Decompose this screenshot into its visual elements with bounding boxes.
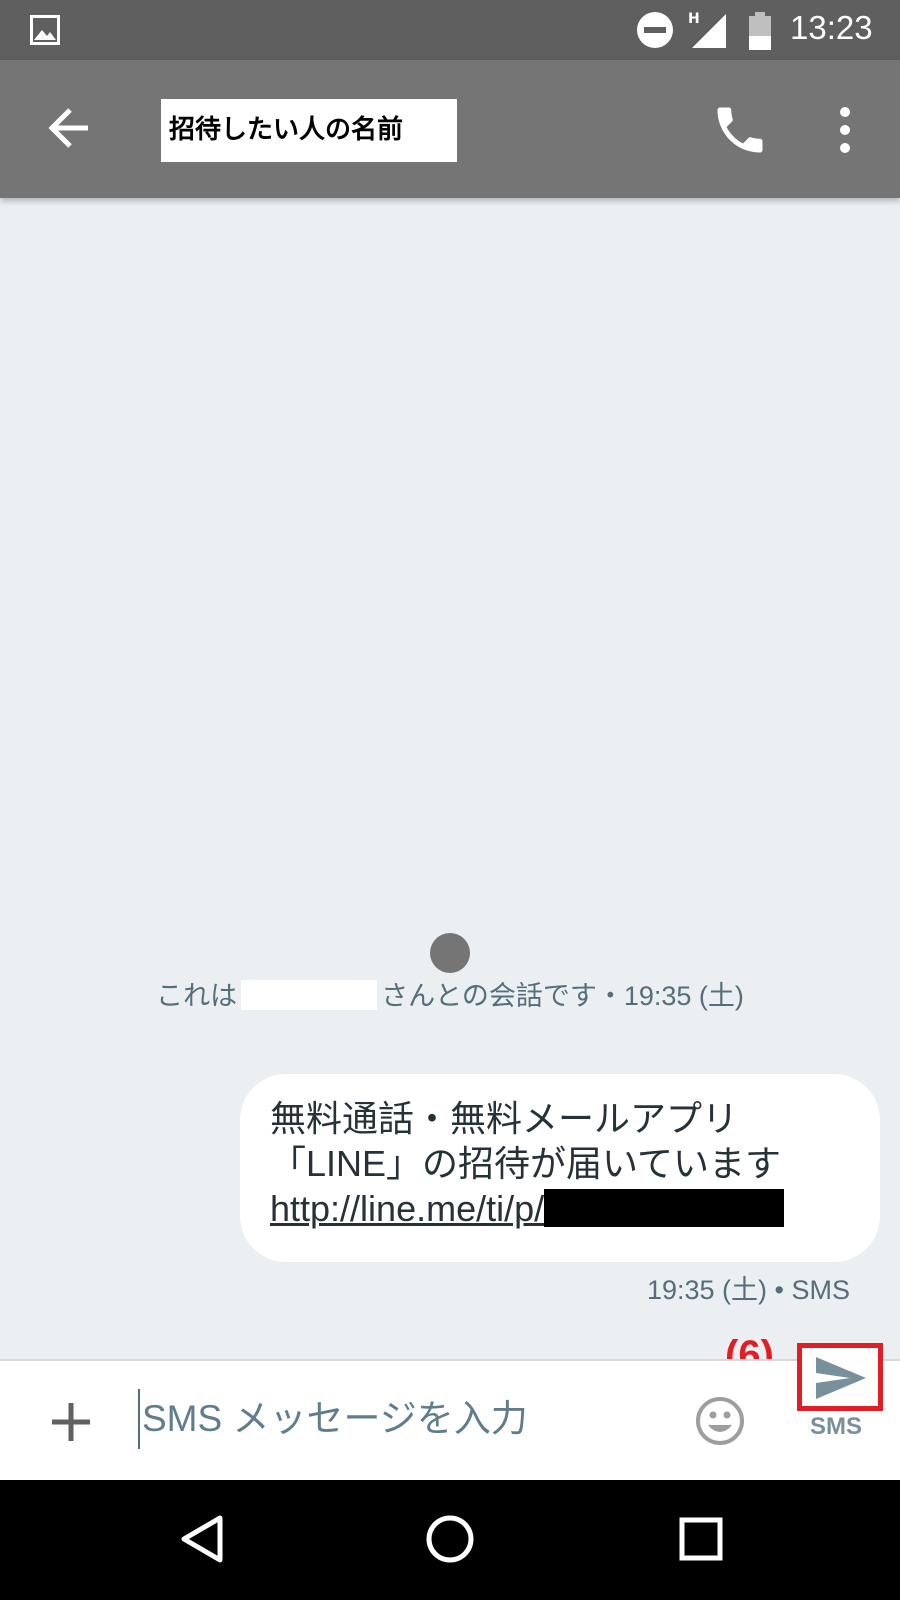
do-not-disturb-icon [636,11,674,53]
send-icon [816,1357,866,1399]
redacted-link-id [544,1189,785,1227]
contact-title[interactable]: 招待したい人の名前 [161,99,457,162]
compose-bar: SMS [0,1343,900,1480]
message-timestamp: 19:35 (土) • SMS [646,1275,850,1305]
redacted-contact-name [241,980,378,1010]
message-line-1: 無料通話・無料メールアプリ [270,1098,739,1139]
gallery-icon [30,15,60,49]
nav-back-button[interactable] [176,1512,230,1566]
nav-home-icon [426,1515,474,1563]
phone-icon [717,107,763,153]
call-button[interactable] [710,100,770,160]
emoji-icon [696,1397,744,1445]
more-options-button[interactable] [825,102,865,158]
nav-recents-icon [679,1517,723,1561]
plus-icon [52,1403,90,1441]
message-bubble[interactable]: 無料通話・無料メールアプリ 「LINE」の招待が届いています http://li… [240,1074,880,1262]
navigation-bar [0,1480,900,1600]
conversation-info-prefix: これは [156,981,238,1011]
invite-link[interactable]: http://line.me/ti/p/ [270,1188,544,1229]
attach-button[interactable] [48,1399,94,1445]
signal-icon: H [686,10,730,50]
status-bar: H 13:23 [0,0,900,60]
send-caption: SMS [810,1413,863,1440]
battery-icon [748,12,772,54]
message-input[interactable] [138,1389,658,1449]
nav-back-icon [181,1515,223,1563]
conversation-info-suffix: さんとの会話です・19:35 (土) [381,981,744,1011]
nav-home-button[interactable] [423,1512,477,1566]
back-button[interactable] [42,100,98,156]
message-line-3: http://line.me/ti/p/ [270,1186,880,1231]
clock: 13:23 [790,9,873,46]
back-arrow-icon [48,108,88,148]
app-bar: 招待したい人の名前 [0,60,900,198]
conversation-info: これは さんとの会話です・19:35 (土) [0,974,900,1013]
more-vert-icon [840,107,850,153]
message-line-2: 「LINE」の招待が届いています [270,1143,781,1184]
send-button[interactable] [797,1343,883,1411]
contact-avatar [430,933,470,973]
nav-recents-button[interactable] [676,1514,726,1564]
emoji-button[interactable] [694,1395,746,1447]
